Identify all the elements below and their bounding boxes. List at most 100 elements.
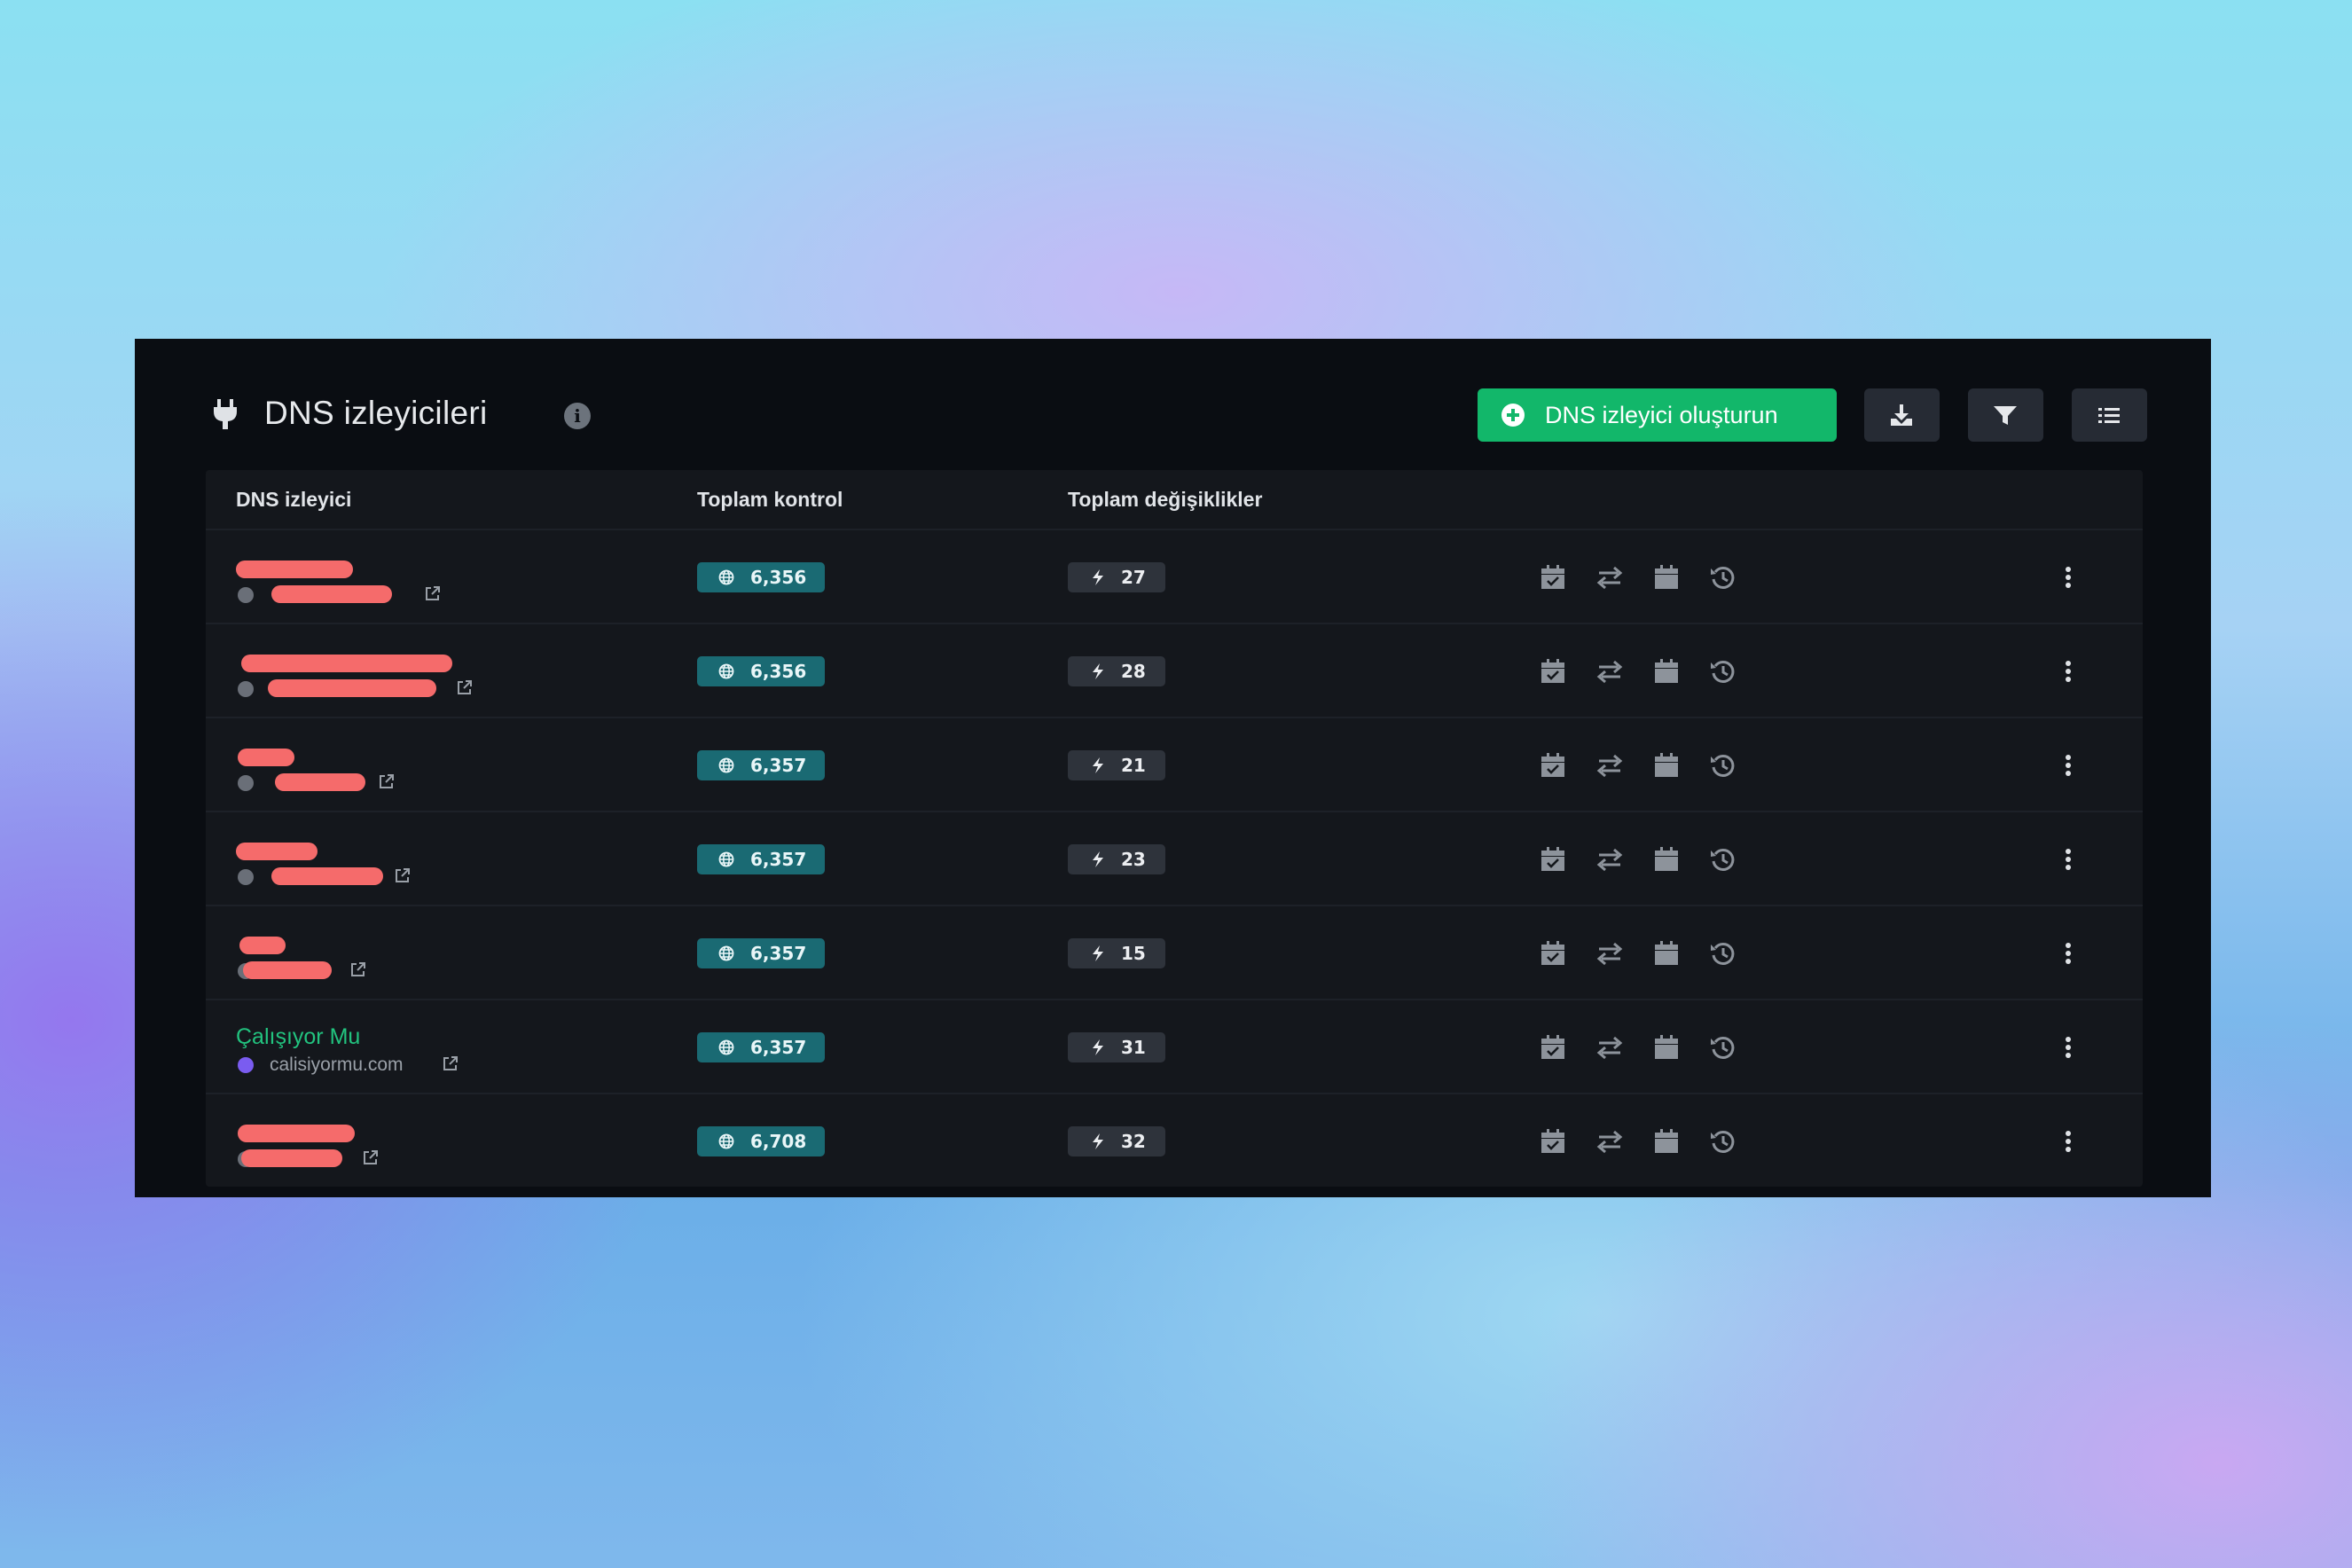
- total-checks-value: 6,356: [750, 567, 807, 588]
- filter-icon: [1994, 406, 2017, 425]
- site-favicon: [238, 775, 254, 791]
- kebab-menu-icon[interactable]: [2063, 564, 2074, 591]
- total-checks-value: 6,357: [750, 943, 807, 964]
- table-row[interactable]: 6,357 23: [206, 812, 2143, 906]
- total-changes-badge: 23: [1068, 844, 1165, 874]
- calendar-check-icon[interactable]: [1540, 846, 1566, 873]
- total-checks-badge: 6,356: [697, 562, 825, 592]
- swap-icon[interactable]: [1596, 658, 1623, 685]
- calendar-check-icon[interactable]: [1540, 752, 1566, 779]
- create-dns-monitor-button[interactable]: DNS izleyici oluşturun: [1478, 388, 1837, 442]
- columns-list-button[interactable]: [2072, 388, 2147, 442]
- calendar-icon[interactable]: [1653, 846, 1680, 873]
- bolt-icon: [1093, 663, 1103, 679]
- panel-header: DNS izleyicileri i DNS izleyici oluşturu…: [135, 339, 2211, 470]
- total-changes-badge: 27: [1068, 562, 1165, 592]
- site-favicon: [238, 869, 254, 885]
- external-link-icon[interactable]: [456, 679, 473, 696]
- calendar-icon[interactable]: [1653, 1034, 1680, 1061]
- total-changes-value: 21: [1121, 755, 1146, 776]
- download-icon: [1891, 404, 1912, 426]
- create-button-label: DNS izleyici oluşturun: [1545, 402, 1778, 428]
- redacted-domain: [241, 1149, 342, 1167]
- table-header: DNS izleyici Toplam kontrol Toplam değiş…: [206, 470, 2143, 530]
- calendar-icon[interactable]: [1653, 564, 1680, 591]
- filter-button[interactable]: [1968, 388, 2043, 442]
- kebab-menu-icon[interactable]: [2063, 846, 2074, 873]
- monitor-name[interactable]: Çalışıyor Mu: [236, 1023, 360, 1050]
- site-favicon: [238, 587, 254, 603]
- globe-icon: [718, 569, 734, 585]
- globe-icon: [718, 1133, 734, 1149]
- history-icon[interactable]: [1710, 940, 1737, 967]
- history-icon[interactable]: [1710, 564, 1737, 591]
- table-row[interactable]: 6,357 21: [206, 718, 2143, 812]
- bolt-icon: [1093, 851, 1103, 867]
- total-changes-badge: 32: [1068, 1126, 1165, 1156]
- redacted-name: [239, 937, 286, 954]
- kebab-menu-icon[interactable]: [2063, 658, 2074, 685]
- plug-icon: [214, 399, 237, 429]
- swap-icon[interactable]: [1596, 846, 1623, 873]
- total-changes-value: 31: [1121, 1037, 1146, 1058]
- total-checks-badge: 6,708: [697, 1126, 825, 1156]
- swap-icon[interactable]: [1596, 564, 1623, 591]
- swap-icon[interactable]: [1596, 752, 1623, 779]
- history-icon[interactable]: [1710, 658, 1737, 685]
- calendar-check-icon[interactable]: [1540, 1034, 1566, 1061]
- total-changes-value: 32: [1121, 1131, 1146, 1152]
- page-title: DNS izleyicileri: [264, 395, 488, 431]
- calendar-check-icon[interactable]: [1540, 658, 1566, 685]
- total-changes-value: 27: [1121, 567, 1146, 588]
- redacted-domain: [271, 585, 392, 603]
- globe-icon: [718, 757, 734, 773]
- bolt-icon: [1093, 569, 1103, 585]
- total-checks-value: 6,357: [750, 849, 807, 870]
- table-row[interactable]: 6,357 15: [206, 906, 2143, 1000]
- total-changes-value: 23: [1121, 849, 1146, 870]
- calendar-check-icon[interactable]: [1540, 940, 1566, 967]
- calendar-icon[interactable]: [1653, 658, 1680, 685]
- history-icon[interactable]: [1710, 846, 1737, 873]
- calendar-check-icon[interactable]: [1540, 564, 1566, 591]
- history-icon[interactable]: [1710, 752, 1737, 779]
- redacted-name: [236, 843, 318, 860]
- bolt-icon: [1093, 945, 1103, 961]
- history-icon[interactable]: [1710, 1128, 1737, 1155]
- site-favicon: [238, 681, 254, 697]
- download-button[interactable]: [1864, 388, 1940, 442]
- external-link-icon[interactable]: [394, 867, 411, 884]
- globe-icon: [718, 1039, 734, 1055]
- external-link-icon[interactable]: [378, 773, 395, 790]
- external-link-icon[interactable]: [442, 1055, 459, 1072]
- info-icon[interactable]: i: [564, 403, 591, 429]
- kebab-menu-icon[interactable]: [2063, 1034, 2074, 1061]
- globe-icon: [718, 851, 734, 867]
- redacted-name: [236, 561, 353, 578]
- history-icon[interactable]: [1710, 1034, 1737, 1061]
- swap-icon[interactable]: [1596, 1034, 1623, 1061]
- calendar-icon[interactable]: [1653, 752, 1680, 779]
- column-header-total-changes[interactable]: Toplam değişiklikler: [1068, 470, 1262, 529]
- column-header-total-checks[interactable]: Toplam kontrol: [697, 470, 843, 529]
- table-row[interactable]: 6,708 32: [206, 1094, 2143, 1187]
- external-link-icon[interactable]: [349, 961, 366, 978]
- kebab-menu-icon[interactable]: [2063, 940, 2074, 967]
- swap-icon[interactable]: [1596, 940, 1623, 967]
- total-checks-badge: 6,357: [697, 750, 825, 780]
- table-row[interactable]: 6,356 27: [206, 530, 2143, 624]
- calendar-icon[interactable]: [1653, 940, 1680, 967]
- swap-icon[interactable]: [1596, 1128, 1623, 1155]
- monitor-domain: calisiyormu.com: [270, 1054, 404, 1075]
- redacted-domain: [271, 867, 383, 885]
- kebab-menu-icon[interactable]: [2063, 752, 2074, 779]
- column-header-monitor[interactable]: DNS izleyici: [236, 470, 351, 529]
- external-link-icon[interactable]: [362, 1149, 379, 1166]
- external-link-icon[interactable]: [424, 585, 441, 602]
- calendar-icon[interactable]: [1653, 1128, 1680, 1155]
- table-row[interactable]: 6,356 28: [206, 624, 2143, 718]
- kebab-menu-icon[interactable]: [2063, 1128, 2074, 1155]
- table-row[interactable]: Çalışıyor Mu calisiyormu.com 6,357 31: [206, 1000, 2143, 1094]
- calendar-check-icon[interactable]: [1540, 1128, 1566, 1155]
- redacted-domain: [243, 961, 332, 979]
